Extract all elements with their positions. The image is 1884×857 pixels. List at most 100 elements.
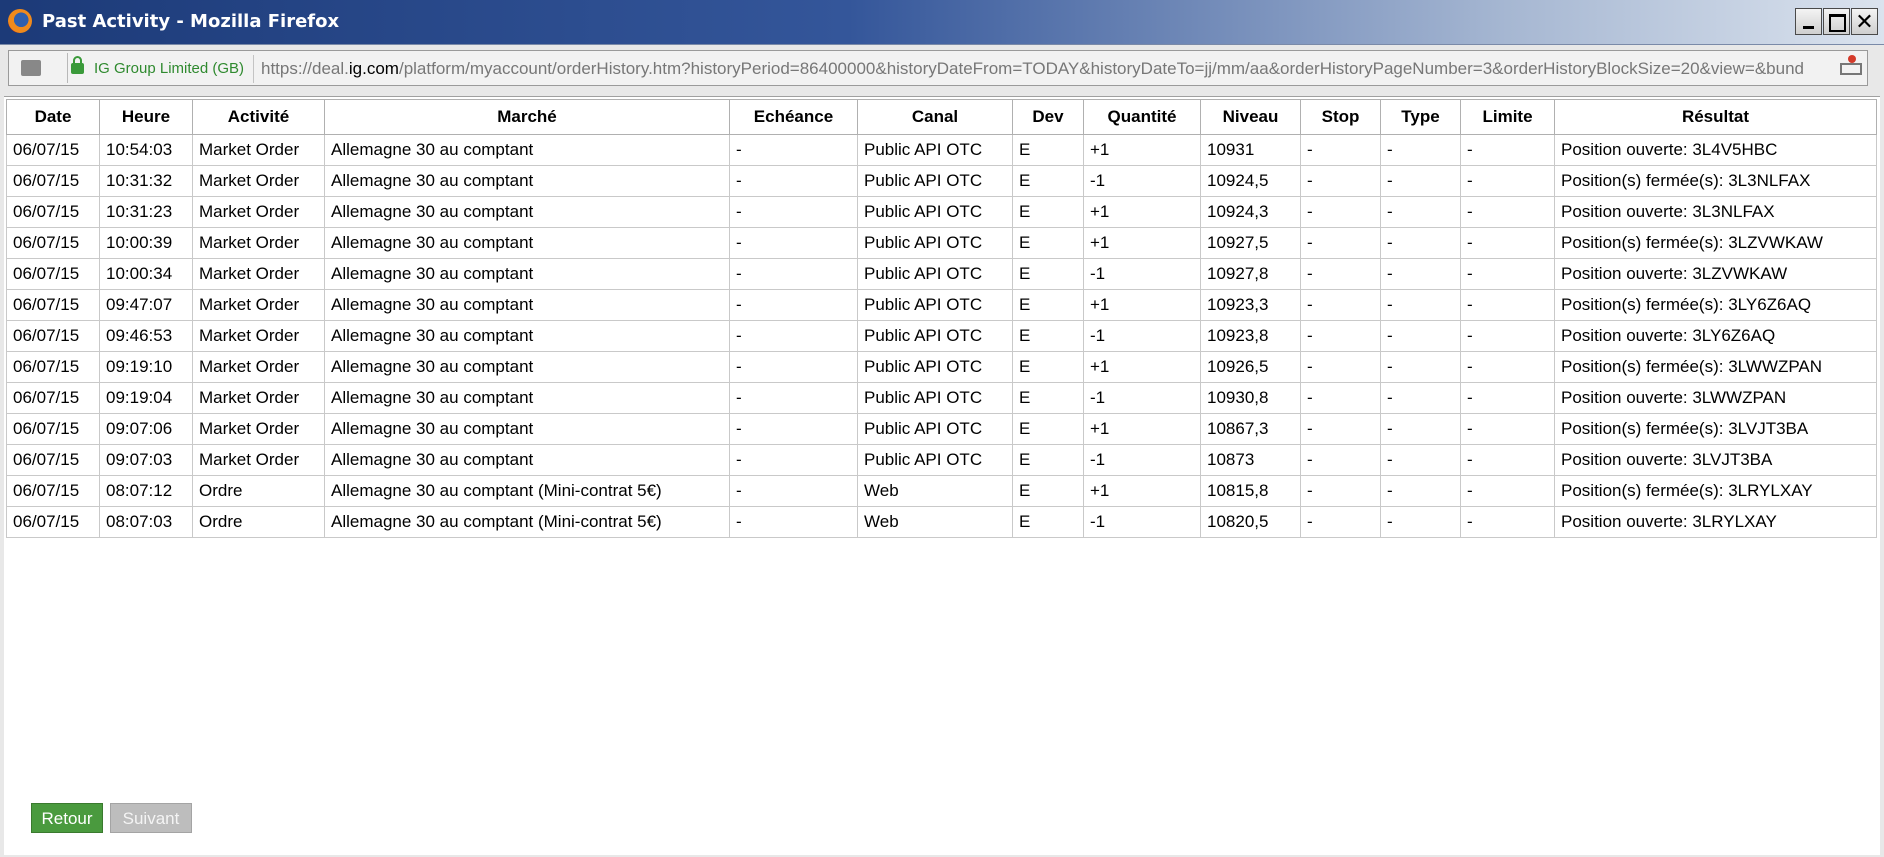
minimize-button[interactable]	[1795, 8, 1822, 35]
url-text[interactable]: https://deal.ig.com/platform/myaccount/o…	[261, 59, 1823, 79]
table-cell: -	[729, 258, 858, 290]
table-cell: +1	[1083, 351, 1201, 383]
table-cell: -	[1460, 165, 1555, 197]
table-cell: 06/07/15	[6, 413, 100, 445]
table-cell: -	[1300, 351, 1381, 383]
table-cell: 06/07/15	[6, 227, 100, 259]
table-cell: Public API OTC	[857, 351, 1013, 383]
table-row: 06/07/15 09:47:07 Market Order Allemagne 30…	[6, 289, 1877, 321]
table-cell: Position(s) fermée(s): 3LZVWKAW	[1554, 227, 1877, 259]
table-cell: E	[1012, 134, 1084, 166]
table-cell: E	[1012, 351, 1084, 383]
table-cell: 10815,8	[1200, 475, 1301, 507]
table-cell: -	[729, 134, 858, 166]
table-cell: Allemagne 30 au comptant (Mini-contrat 5…	[324, 475, 730, 507]
address-bar[interactable]: IG Group Limited (GB) https://deal.ig.co…	[8, 50, 1868, 86]
back-button[interactable]: Retour	[31, 803, 103, 833]
table-cell: -	[729, 196, 858, 228]
site-identity[interactable]: IG Group Limited (GB)	[94, 60, 244, 77]
url-separator	[253, 55, 254, 83]
table-cell: -	[1460, 413, 1555, 445]
reader-view-icon[interactable]	[1840, 55, 1862, 75]
table-body: 06/07/15 10:54:03 Market Order Allemagne 30…	[6, 134, 1877, 538]
table-cell: Market Order	[192, 444, 325, 476]
table-cell: Market Order	[192, 196, 325, 228]
table-cell: Market Order	[192, 382, 325, 414]
table-cell: 09:47:07	[99, 289, 193, 321]
table-cell: Position(s) fermée(s): 3LRYLXAY	[1554, 475, 1877, 507]
table-cell: -	[1380, 444, 1461, 476]
table-row: 06/07/15 10:00:34 Market Order Allemagne 30…	[6, 258, 1877, 290]
lock-icon	[71, 56, 84, 74]
firefox-logo-icon	[8, 9, 32, 33]
table-cell: 06/07/15	[6, 258, 100, 290]
table-row: 06/07/15 10:31:23 Market Order Allemagne 30…	[6, 196, 1877, 228]
table-cell: Market Order	[192, 134, 325, 166]
table-cell: 06/07/15	[6, 351, 100, 383]
title-bar: Past Activity - Mozilla Firefox ✕	[0, 0, 1884, 45]
table-cell: -	[729, 506, 858, 538]
table-cell: Public API OTC	[857, 165, 1013, 197]
table-cell: E	[1012, 475, 1084, 507]
table-cell: Position ouverte: 3LY6Z6AQ	[1554, 320, 1877, 352]
order-history-table: Date Heure Activité Marché Echéance Canal Dev Q…	[6, 99, 1877, 538]
table-cell: -1	[1083, 506, 1201, 538]
table-cell: 09:19:10	[99, 351, 193, 383]
table-cell: Position(s) fermée(s): 3LY6Z6AQ	[1554, 289, 1877, 321]
close-icon: ✕	[1855, 9, 1874, 34]
table-cell: 10923,8	[1200, 320, 1301, 352]
column-header: Quantité	[1083, 99, 1201, 135]
table-cell: 08:07:12	[99, 475, 193, 507]
table-cell: -	[1380, 475, 1461, 507]
table-cell: Public API OTC	[857, 227, 1013, 259]
table-cell: 10927,5	[1200, 227, 1301, 259]
table-cell: E	[1012, 289, 1084, 321]
table-cell: 10924,3	[1200, 196, 1301, 228]
table-cell: -	[1380, 320, 1461, 352]
table-cell: Allemagne 30 au comptant	[324, 165, 730, 197]
table-cell: Position ouverte: 3L3NLFAX	[1554, 196, 1877, 228]
page-content: Date Heure Activité Marché Echéance Canal Dev Q…	[4, 96, 1880, 855]
table-cell: 10820,5	[1200, 506, 1301, 538]
next-button[interactable]: Suivant	[110, 803, 192, 833]
table-cell: Ordre	[192, 475, 325, 507]
table-cell: Position(s) fermée(s): 3L3NLFAX	[1554, 165, 1877, 197]
table-cell: -	[1300, 444, 1381, 476]
table-cell: E	[1012, 506, 1084, 538]
table-row: 06/07/15 10:31:32 Market Order Allemagne 30…	[6, 165, 1877, 197]
table-cell: Market Order	[192, 258, 325, 290]
minimize-icon	[1803, 26, 1814, 29]
table-cell: Public API OTC	[857, 382, 1013, 414]
table-cell: Market Order	[192, 227, 325, 259]
close-button[interactable]: ✕	[1851, 8, 1878, 35]
table-cell: +1	[1083, 196, 1201, 228]
table-row: 06/07/15 09:07:06 Market Order Allemagne 30…	[6, 413, 1877, 445]
maximize-button[interactable]	[1823, 8, 1850, 35]
chevron-divider	[53, 53, 68, 83]
table-cell: -	[1380, 289, 1461, 321]
table-cell: -	[729, 289, 858, 321]
table-cell: Market Order	[192, 413, 325, 445]
table-cell: 06/07/15	[6, 134, 100, 166]
table-cell: 06/07/15	[6, 475, 100, 507]
table-cell: 09:07:06	[99, 413, 193, 445]
table-cell: Ordre	[192, 506, 325, 538]
table-cell: 10:00:39	[99, 227, 193, 259]
table-cell: -	[1460, 134, 1555, 166]
table-cell: Allemagne 30 au comptant (Mini-contrat 5…	[324, 506, 730, 538]
table-cell: Public API OTC	[857, 320, 1013, 352]
table-cell: -	[1300, 165, 1381, 197]
table-cell: -	[1460, 258, 1555, 290]
table-cell: Allemagne 30 au comptant	[324, 134, 730, 166]
table-cell: -	[729, 413, 858, 445]
table-cell: -	[1460, 227, 1555, 259]
table-cell: -	[1300, 413, 1381, 445]
table-cell: 06/07/15	[6, 165, 100, 197]
site-info-icon[interactable]	[21, 60, 41, 76]
reader-box	[1840, 63, 1862, 75]
column-header: Niveau	[1200, 99, 1301, 135]
table-cell: +1	[1083, 475, 1201, 507]
column-header: Echéance	[729, 99, 858, 135]
table-cell: E	[1012, 227, 1084, 259]
table-cell: 06/07/15	[6, 382, 100, 414]
